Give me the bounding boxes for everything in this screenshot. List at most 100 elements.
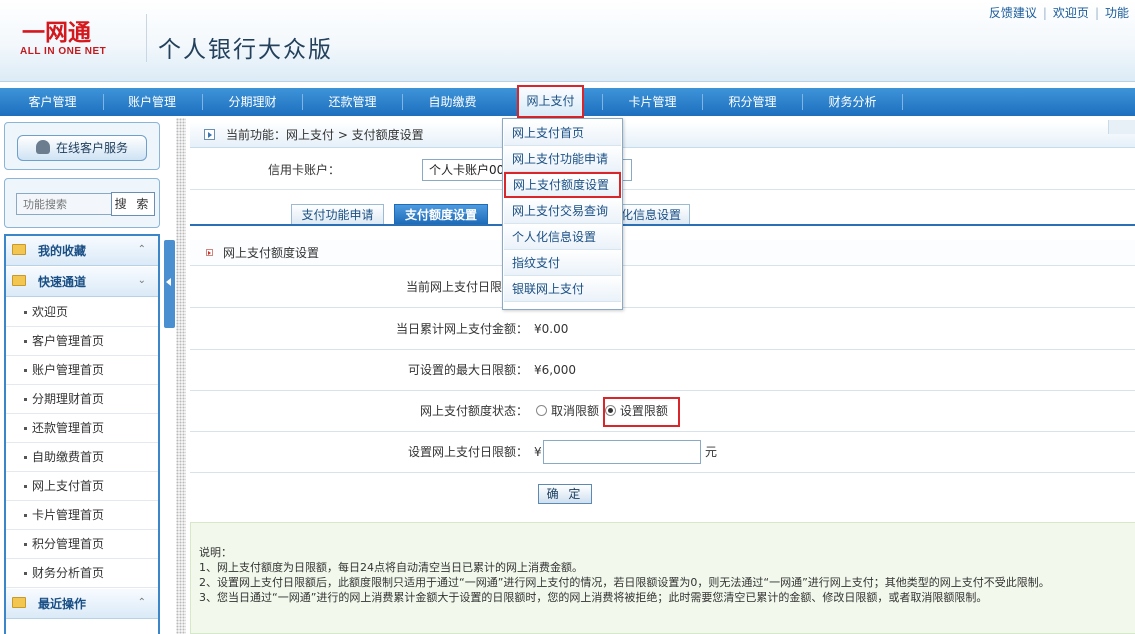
- sidebar-item-label: 卡片管理首页: [32, 508, 105, 522]
- menu-item-unionpay[interactable]: 银联网上支付: [504, 276, 621, 302]
- nav-self-payment[interactable]: 自助缴费: [410, 88, 495, 116]
- feedback-link[interactable]: 反馈建议: [983, 6, 1043, 20]
- set-limit-highlight: [603, 397, 680, 427]
- quick-channel-label: 快速通道: [38, 275, 87, 289]
- menu-item-limit-setting[interactable]: 网上支付额度设置: [504, 172, 621, 198]
- nav-points-mgmt[interactable]: 积分管理: [710, 88, 795, 116]
- sidebar-item-card-home[interactable]: 卡片管理首页: [6, 501, 158, 530]
- breadcrumb: 当前功能：网上支付 > 支付额度设置: [190, 122, 1135, 148]
- menu-item-fingerprint-pay[interactable]: 指纹支付: [504, 250, 621, 276]
- logo-text: 一网通: [22, 19, 91, 46]
- customer-service-icon: [35, 140, 50, 154]
- expand-down-icon: ⌄: [137, 275, 146, 286]
- notes-panel: 说明： 1、网上支付额度为日限额，每日24点将自动清空当日已累计的网上消费金额。…: [190, 522, 1135, 634]
- status-label: 网上支付额度状态：: [419, 404, 528, 418]
- main-nav: 客户管理 账户管理 分期理财 还款管理 自助缴费 网上支付 卡片管理 积分管理 …: [0, 85, 1135, 118]
- bullet-icon: [24, 369, 27, 372]
- menu-item-transaction-query[interactable]: 网上支付交易查询: [504, 198, 621, 224]
- accumulated-label: 当日累计网上支付金额：: [395, 322, 528, 336]
- bullet-icon: [24, 485, 27, 488]
- sidebar-item-label: 客户管理首页: [32, 334, 105, 348]
- current-limit-label: 当前网上支付日限: [405, 280, 502, 294]
- recent-ops-header[interactable]: 最近操作 ⌃: [6, 589, 158, 619]
- unit-label: 元: [705, 445, 718, 459]
- cancel-limit-radio[interactable]: [536, 405, 547, 416]
- header-corner: [1108, 120, 1135, 134]
- nav-divider: [302, 94, 303, 110]
- sidebar-collapse-handle[interactable]: [164, 240, 175, 328]
- sidebar-item-customer-home[interactable]: 客户管理首页: [6, 327, 158, 356]
- sidebar-item-repayment-home[interactable]: 还款管理首页: [6, 414, 158, 443]
- brand-logo: 一网通 ALL IN ONE NET: [20, 20, 132, 60]
- nav-finance-analysis[interactable]: 财务分析: [810, 88, 895, 116]
- currency-symbol: ¥: [534, 445, 542, 459]
- bullet-icon: [24, 456, 27, 459]
- cancel-limit-label: 取消限额: [551, 404, 600, 418]
- quick-channel-header[interactable]: 快速通道 ⌄: [6, 267, 158, 297]
- current-limit-row: 当前网上支付日限: [190, 267, 1135, 308]
- collapse-up-icon: ⌃: [137, 244, 146, 255]
- accumulated-row: 当日累计网上支付金额： ¥0.00: [190, 309, 1135, 350]
- daily-limit-input[interactable]: [543, 440, 701, 464]
- current-function-icon: [204, 129, 215, 140]
- tab-function-apply[interactable]: 支付功能申请: [291, 204, 384, 224]
- note-line: 2、设置网上支付日限额后，此额度限制只适用于通过“一网通”进行网上支付的情况，若…: [199, 576, 1050, 589]
- sidebar: 在线客户服务 搜 索 我的收藏 ⌃ 快速通道 ⌄ 欢迎页 客户管理首页 账户管理…: [0, 118, 164, 634]
- sidebar-item-self-payment-home[interactable]: 自助缴费首页: [6, 443, 158, 472]
- online-service-panel: 在线客户服务: [4, 122, 160, 170]
- bullet-icon: [24, 427, 27, 430]
- sidebar-menu: 我的收藏 ⌃ 快速通道 ⌄ 欢迎页 客户管理首页 账户管理首页 分期理财首页 还…: [4, 234, 160, 634]
- collapse-up-icon: ⌃: [137, 597, 146, 608]
- favorites-header[interactable]: 我的收藏 ⌃: [6, 236, 158, 266]
- sidebar-item-account-home[interactable]: 账户管理首页: [6, 356, 158, 385]
- collapse-left-icon: [166, 278, 171, 286]
- nav-online-payment[interactable]: 网上支付: [517, 85, 584, 118]
- nav-divider: [802, 94, 803, 110]
- function-link[interactable]: 功能: [1099, 6, 1135, 20]
- sidebar-item-label: 还款管理首页: [32, 421, 105, 435]
- confirm-button[interactable]: 确 定: [538, 484, 592, 504]
- max-limit-value: ¥6,000: [534, 363, 576, 377]
- section-title-text: 网上支付额度设置: [223, 246, 320, 260]
- function-search-input[interactable]: [16, 193, 112, 215]
- nav-account-mgmt[interactable]: 账户管理: [112, 88, 192, 116]
- online-payment-dropdown: 网上支付首页 网上支付功能申请 网上支付额度设置 网上支付交易查询 个人化信息设…: [502, 118, 623, 310]
- online-service-button[interactable]: 在线客户服务: [17, 135, 147, 161]
- sidebar-item-finance-home[interactable]: 财务分析首页: [6, 559, 158, 588]
- tabs-underline: [190, 224, 1135, 226]
- sidebar-item-online-payment-home[interactable]: 网上支付首页: [6, 472, 158, 501]
- nav-divider: [103, 94, 104, 110]
- sidebar-item-label: 积分管理首页: [32, 537, 105, 551]
- sidebar-item-installment-home[interactable]: 分期理财首页: [6, 385, 158, 414]
- nav-divider: [202, 94, 203, 110]
- bullet-icon: [24, 340, 27, 343]
- nav-card-mgmt[interactable]: 卡片管理: [610, 88, 695, 116]
- section-arrow-icon: [206, 249, 213, 256]
- bullet-icon: [24, 311, 27, 314]
- sidebar-item-label: 欢迎页: [32, 305, 69, 319]
- section-title: 网上支付额度设置: [190, 240, 1135, 266]
- nav-repayment[interactable]: 还款管理: [310, 88, 395, 116]
- sidebar-item-welcome[interactable]: 欢迎页: [6, 298, 158, 327]
- search-button[interactable]: 搜 索: [111, 192, 155, 216]
- nav-installment[interactable]: 分期理财: [210, 88, 295, 116]
- menu-item-function-apply[interactable]: 网上支付功能申请: [504, 146, 621, 172]
- cancel-limit-option[interactable]: 取消限额: [536, 404, 599, 418]
- welcome-link[interactable]: 欢迎页: [1047, 6, 1095, 20]
- bullet-icon: [24, 543, 27, 546]
- nav-customer-mgmt[interactable]: 客户管理: [10, 88, 95, 116]
- note-line: 1、网上支付额度为日限额，每日24点将自动清空当日已累计的网上消费金额。: [199, 561, 583, 574]
- sidebar-item-label: 财务分析首页: [32, 566, 105, 580]
- accumulated-value: ¥0.00: [534, 322, 569, 336]
- breadcrumb-text: 当前功能：网上支付 > 支付额度设置: [226, 128, 424, 142]
- favorites-label: 我的收藏: [38, 244, 87, 258]
- bullet-icon: [24, 514, 27, 517]
- note-line: 3、您当日通过“一网通”进行的网上消费累计金额大于设置的日限额时，您的网上消费将…: [199, 591, 988, 604]
- menu-item-personal-info[interactable]: 个人化信息设置: [504, 224, 621, 250]
- folder-icon: [12, 275, 26, 286]
- max-limit-label: 可设置的最大日限额：: [407, 363, 528, 377]
- top-links: 反馈建议 | 欢迎页 | 功能: [983, 4, 1135, 21]
- tab-limit-setting[interactable]: 支付额度设置: [394, 204, 488, 224]
- menu-item-online-payment-home[interactable]: 网上支付首页: [504, 120, 621, 146]
- sidebar-item-points-home[interactable]: 积分管理首页: [6, 530, 158, 559]
